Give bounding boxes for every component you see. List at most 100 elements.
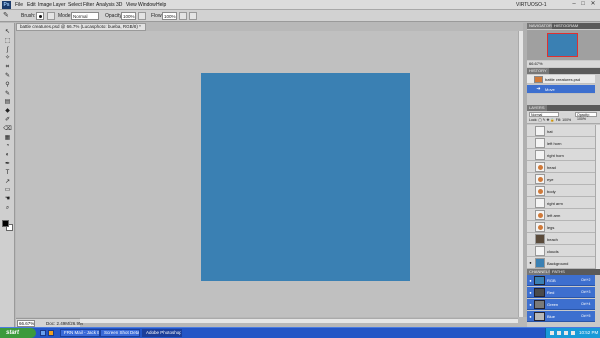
visibility-eye-icon[interactable] [528, 176, 533, 181]
tool-button[interactable]: ✎ [3, 73, 12, 80]
channel-row[interactable]: ● Green Ctrl+4 [527, 299, 595, 310]
tool-button[interactable]: ✧ [3, 55, 12, 62]
tool-button[interactable]: ✒ [3, 161, 12, 168]
mode-select[interactable]: Normal [71, 12, 99, 20]
menu-image[interactable]: Image [38, 1, 52, 9]
menu-analysis[interactable]: Analysis [96, 1, 115, 9]
layer-row[interactable]: right horn [527, 149, 595, 161]
tab-history[interactable]: HISTORY [527, 68, 549, 74]
taskbar-item[interactable]: Adobe Photoshop ... [142, 329, 182, 337]
quicklaunch-icon[interactable] [48, 330, 54, 336]
menu-edit[interactable]: Edit [27, 1, 36, 9]
layer-opacity-input[interactable]: Opacity: 100% [575, 112, 597, 121]
tool-button[interactable]: ✐ [3, 117, 12, 124]
visibility-eye-icon[interactable]: ● [528, 314, 533, 319]
start-button[interactable]: start [0, 328, 36, 338]
horizontal-scrollbar[interactable] [80, 318, 518, 323]
workspace-switcher[interactable]: VIRTUOSO-1 [516, 1, 546, 9]
tool-button[interactable]: T [3, 170, 12, 177]
layer-row[interactable]: ● Background [527, 257, 595, 269]
visibility-eye-icon[interactable] [528, 152, 533, 157]
brush-preset-picker[interactable] [36, 12, 44, 20]
close-button[interactable]: ✕ [589, 1, 597, 9]
visibility-eye-icon[interactable] [528, 188, 533, 193]
foreground-color-swatch[interactable] [2, 220, 9, 227]
tray-icon[interactable] [571, 331, 575, 335]
visibility-eye-icon[interactable]: ● [528, 290, 533, 295]
layer-row[interactable]: right arm [527, 197, 595, 209]
menu-3d[interactable]: 3D [116, 1, 122, 9]
channel-row[interactable]: ● Blue Ctrl+5 [527, 311, 595, 322]
tool-button[interactable]: ◐ [3, 152, 12, 159]
flow-input[interactable]: 100% [162, 12, 177, 20]
tool-button[interactable]: ↗ [3, 179, 12, 186]
navigator-zoom-value[interactable]: 66.67% [529, 61, 543, 67]
tool-button[interactable]: ✎ [3, 91, 12, 98]
layer-row[interactable]: beach [527, 233, 595, 245]
tray-icon[interactable] [564, 331, 568, 335]
minimize-button[interactable]: – [570, 1, 578, 9]
tool-button[interactable]: ⚲ [3, 82, 12, 89]
visibility-eye-icon[interactable] [528, 128, 533, 133]
menu-window[interactable]: Window [138, 1, 156, 9]
visibility-eye-icon[interactable] [528, 164, 533, 169]
layers-scrollbar[interactable] [595, 125, 600, 269]
channel-row[interactable]: ● Red Ctrl+3 [527, 287, 595, 298]
tool-button[interactable]: ↖ [3, 29, 12, 36]
visibility-eye-icon[interactable]: ● [528, 302, 533, 307]
tool-button[interactable]: ☚ [3, 196, 12, 203]
layer-row[interactable]: legs [527, 221, 595, 233]
menu-file[interactable]: File [15, 1, 23, 9]
tool-button[interactable]: ◆ [3, 108, 12, 115]
taskbar-item[interactable]: Screen Shot Deta... [100, 329, 140, 337]
visibility-eye-icon[interactable] [528, 212, 533, 217]
tool-button[interactable]: ʃ [3, 47, 12, 54]
tab-histogram[interactable]: HISTOGRAM [552, 23, 581, 29]
visibility-eye-icon[interactable] [528, 224, 533, 229]
history-item[interactable]: ➜ Move [527, 85, 595, 94]
taskbar-item[interactable]: FRN Mail - Jack B... [60, 329, 100, 337]
opacity-input[interactable]: 100% [121, 12, 136, 20]
visibility-eye-icon[interactable] [528, 248, 533, 253]
channel-row[interactable]: ● RGB Ctrl+2 [527, 275, 595, 286]
tool-button[interactable]: ⌫ [3, 126, 12, 133]
menu-select[interactable]: Select [68, 1, 82, 9]
layer-row[interactable]: clouds [527, 245, 595, 257]
tool-button[interactable]: ▦ [3, 135, 12, 142]
pressure-opacity-icon[interactable] [138, 12, 146, 20]
airbrush-icon[interactable] [179, 12, 187, 20]
document-canvas[interactable] [201, 73, 410, 281]
zoom-level-input[interactable]: 66.67% [17, 320, 35, 327]
layer-row[interactable]: left horn [527, 137, 595, 149]
tool-button[interactable]: ▤ [3, 99, 12, 106]
visibility-eye-icon[interactable]: ● [528, 260, 533, 265]
menu-view[interactable]: View [126, 1, 137, 9]
layer-row[interactable]: hat [527, 125, 595, 137]
document-tab[interactable]: battle creatures.psd @ 66.7% (Lucasphoto… [16, 23, 146, 31]
brush-panel-toggle-icon[interactable] [47, 12, 55, 20]
layer-row[interactable]: left arm [527, 209, 595, 221]
history-item[interactable]: battle creatures.psd [527, 75, 595, 84]
tray-icon[interactable] [550, 331, 554, 335]
layer-row[interactable]: eye [527, 173, 595, 185]
tab-navigator[interactable]: NAVIGATOR [527, 23, 554, 29]
tool-button[interactable]: ◔ [3, 143, 12, 150]
menu-filter[interactable]: Filter [83, 1, 94, 9]
maximize-button[interactable]: □ [579, 1, 587, 9]
visibility-eye-icon[interactable]: ● [528, 278, 533, 283]
tool-button[interactable]: ⬚ [3, 38, 12, 45]
tool-button[interactable]: ▭ [3, 187, 12, 194]
quicklaunch-icon[interactable] [40, 330, 46, 336]
visibility-eye-icon[interactable] [528, 236, 533, 241]
navigator-preview[interactable] [547, 33, 578, 57]
tray-icon[interactable] [557, 331, 561, 335]
menu-layer[interactable]: Layer [53, 1, 66, 9]
layer-row[interactable]: head [527, 161, 595, 173]
visibility-eye-icon[interactable] [528, 140, 533, 145]
lock-fill-row[interactable]: Lock: ▢ ✎ ✥ 🔒 Fill: 100% [529, 118, 597, 123]
tool-button[interactable]: ⌗ [3, 64, 12, 71]
brush-icon[interactable]: ✎ [3, 12, 15, 20]
blend-mode-select[interactable]: Normal [529, 112, 559, 117]
tool-button[interactable]: ⌕ [3, 205, 12, 212]
pressure-size-icon[interactable] [189, 12, 197, 20]
